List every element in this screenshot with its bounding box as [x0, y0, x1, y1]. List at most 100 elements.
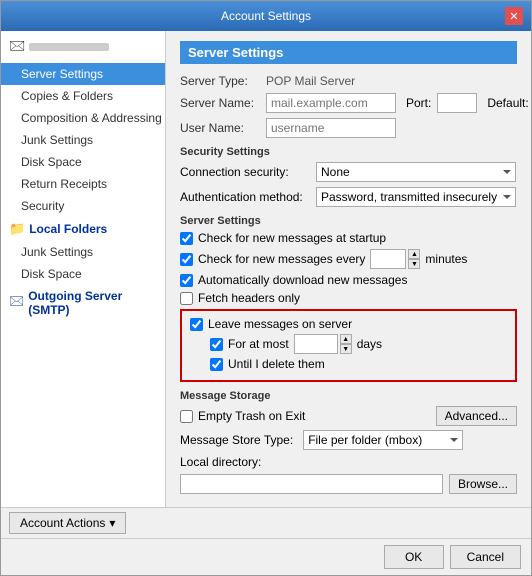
sidebar: 🖂 Server Settings Copies & Folders Compo… — [1, 31, 166, 507]
sidebar-outgoing-smtp-label[interactable]: Outgoing Server (SMTP) — [28, 289, 157, 317]
sidebar-item-return-receipts[interactable]: Return Receipts — [1, 173, 165, 195]
for-at-most-checkbox[interactable] — [210, 338, 223, 351]
username-row: User Name: — [180, 118, 517, 138]
empty-trash-row: Empty Trash on Exit Advanced... — [180, 406, 517, 426]
sidebar-item-junk-settings[interactable]: Junk Settings — [1, 129, 165, 151]
account-name-bar — [29, 43, 109, 51]
sidebar-item-disk-space-2[interactable]: Disk Space — [1, 263, 165, 285]
sidebar-local-folders-label[interactable]: Local Folders — [29, 222, 107, 236]
auth-method-row: Authentication method: Password, transmi… — [180, 187, 517, 207]
server-type-row: Server Type: POP Mail Server — [180, 74, 517, 88]
leave-messages-label: Leave messages on server — [208, 317, 352, 331]
browse-button[interactable]: Browse... — [449, 474, 517, 494]
check-startup-label: Check for new messages at startup — [198, 231, 386, 245]
auth-method-select[interactable]: Password, transmitted insecurely — [316, 187, 516, 207]
local-dir-row: Local directory: — [180, 455, 517, 469]
dialog-footer: OK Cancel — [1, 538, 531, 575]
message-storage-header: Message Storage — [180, 390, 517, 402]
local-dir-input-row: E:\ Browse... — [180, 474, 517, 494]
until-delete-label: Until I delete them — [228, 357, 325, 371]
server-name-row: Server Name: Port: 110 Default: 110 — [180, 93, 517, 113]
spinner-down[interactable]: ▼ — [408, 259, 420, 269]
account-actions-bar: Account Actions ▾ — [1, 507, 531, 538]
auto-download-label: Automatically download new messages — [198, 273, 407, 287]
local-dir-label: Local directory: — [180, 455, 261, 469]
sidebar-account-bar: 🖂 — [1, 31, 165, 63]
security-settings-header: Security Settings — [180, 146, 517, 158]
smtp-icon: 🖂 — [9, 292, 24, 314]
sidebar-local-folders-header: 📁 Local Folders — [1, 217, 165, 241]
folder-icon: 📁 — [9, 221, 25, 237]
port-label: Port: — [406, 96, 431, 110]
server-settings-sub-header: Server Settings — [180, 215, 517, 227]
account-icon: 🖂 — [9, 35, 25, 59]
for-at-most-spinner: 365 ▲ ▼ — [294, 334, 352, 354]
connection-security-row: Connection security: None — [180, 162, 517, 182]
check-every-suffix: minutes — [425, 252, 467, 266]
main-panel: Server Settings Server Type: POP Mail Se… — [166, 31, 531, 507]
leave-messages-row: Leave messages on server — [190, 317, 507, 331]
server-name-label: Server Name: — [180, 96, 260, 110]
empty-trash-label: Empty Trash on Exit — [198, 409, 305, 423]
for-at-most-label: For at most — [228, 337, 289, 351]
port-input[interactable]: 110 — [437, 93, 477, 113]
for-at-most-row: For at most 365 ▲ ▼ days — [210, 334, 507, 354]
sidebar-item-security[interactable]: Security — [1, 195, 165, 217]
server-type-label: Server Type: — [180, 74, 260, 88]
leave-messages-checkbox[interactable] — [190, 318, 203, 331]
server-name-input[interactable] — [266, 93, 396, 113]
connection-security-label: Connection security: — [180, 165, 310, 179]
auth-method-label: Authentication method: — [180, 190, 310, 204]
username-label: User Name: — [180, 121, 260, 135]
leave-messages-box: Leave messages on server For at most 365… — [180, 309, 517, 382]
connection-security-select[interactable]: None — [316, 162, 516, 182]
for-at-most-input[interactable]: 365 — [294, 334, 338, 354]
until-delete-checkbox[interactable] — [210, 358, 223, 371]
spinner-buttons: ▲ ▼ — [408, 249, 420, 269]
username-input[interactable] — [266, 118, 396, 138]
auto-download-row: Automatically download new messages — [180, 273, 517, 287]
empty-trash-checkbox[interactable] — [180, 410, 193, 423]
local-dir-input[interactable]: E:\ — [180, 474, 443, 494]
check-every-row: Check for new messages every 10 ▲ ▼ minu… — [180, 249, 517, 269]
store-type-row: Message Store Type: File per folder (mbo… — [180, 430, 517, 450]
for-at-most-up[interactable]: ▲ — [340, 334, 352, 344]
sidebar-item-composition-addressing[interactable]: Composition & Addressing — [1, 107, 165, 129]
check-every-input[interactable]: 10 — [370, 249, 406, 269]
check-every-spinner: 10 ▲ ▼ — [370, 249, 420, 269]
auto-download-checkbox[interactable] — [180, 274, 193, 287]
store-type-label: Message Store Type: — [180, 433, 293, 447]
check-startup-row: Check for new messages at startup — [180, 231, 517, 245]
section-title: Server Settings — [180, 41, 517, 64]
close-button[interactable]: ✕ — [505, 7, 523, 25]
sidebar-item-disk-space[interactable]: Disk Space — [1, 151, 165, 173]
account-settings-window: Account Settings ✕ 🖂 Server Settings Cop… — [0, 0, 532, 576]
check-every-label: Check for new messages every — [198, 252, 365, 266]
account-actions-label: Account Actions — [20, 516, 105, 530]
server-type-value: POP Mail Server — [266, 74, 355, 88]
account-actions-button[interactable]: Account Actions ▾ — [9, 512, 126, 534]
check-every-checkbox[interactable] — [180, 253, 193, 266]
sidebar-outgoing-smtp-header: 🖂 Outgoing Server (SMTP) — [1, 285, 165, 321]
fetch-headers-label: Fetch headers only — [198, 291, 300, 305]
for-at-most-spinner-btns: ▲ ▼ — [340, 334, 352, 354]
store-type-select[interactable]: File per folder (mbox) — [303, 430, 463, 450]
sidebar-item-server-settings[interactable]: Server Settings — [1, 63, 165, 85]
sidebar-item-copies-folders[interactable]: Copies & Folders — [1, 85, 165, 107]
for-at-most-down[interactable]: ▼ — [340, 344, 352, 354]
spinner-up[interactable]: ▲ — [408, 249, 420, 259]
check-startup-checkbox[interactable] — [180, 232, 193, 245]
sidebar-item-junk-settings-2[interactable]: Junk Settings — [1, 241, 165, 263]
ok-button[interactable]: OK — [384, 545, 444, 569]
title-bar: Account Settings ✕ — [1, 1, 531, 31]
fetch-headers-checkbox[interactable] — [180, 292, 193, 305]
account-actions-arrow: ▾ — [109, 516, 115, 530]
fetch-headers-row: Fetch headers only — [180, 291, 517, 305]
default-label: Default: — [487, 96, 528, 110]
window-title: Account Settings — [27, 9, 505, 23]
empty-trash-checkbox-row: Empty Trash on Exit — [180, 409, 305, 423]
window-body: 🖂 Server Settings Copies & Folders Compo… — [1, 31, 531, 507]
cancel-button[interactable]: Cancel — [450, 545, 521, 569]
for-at-most-suffix: days — [357, 337, 382, 351]
advanced-button[interactable]: Advanced... — [436, 406, 517, 426]
